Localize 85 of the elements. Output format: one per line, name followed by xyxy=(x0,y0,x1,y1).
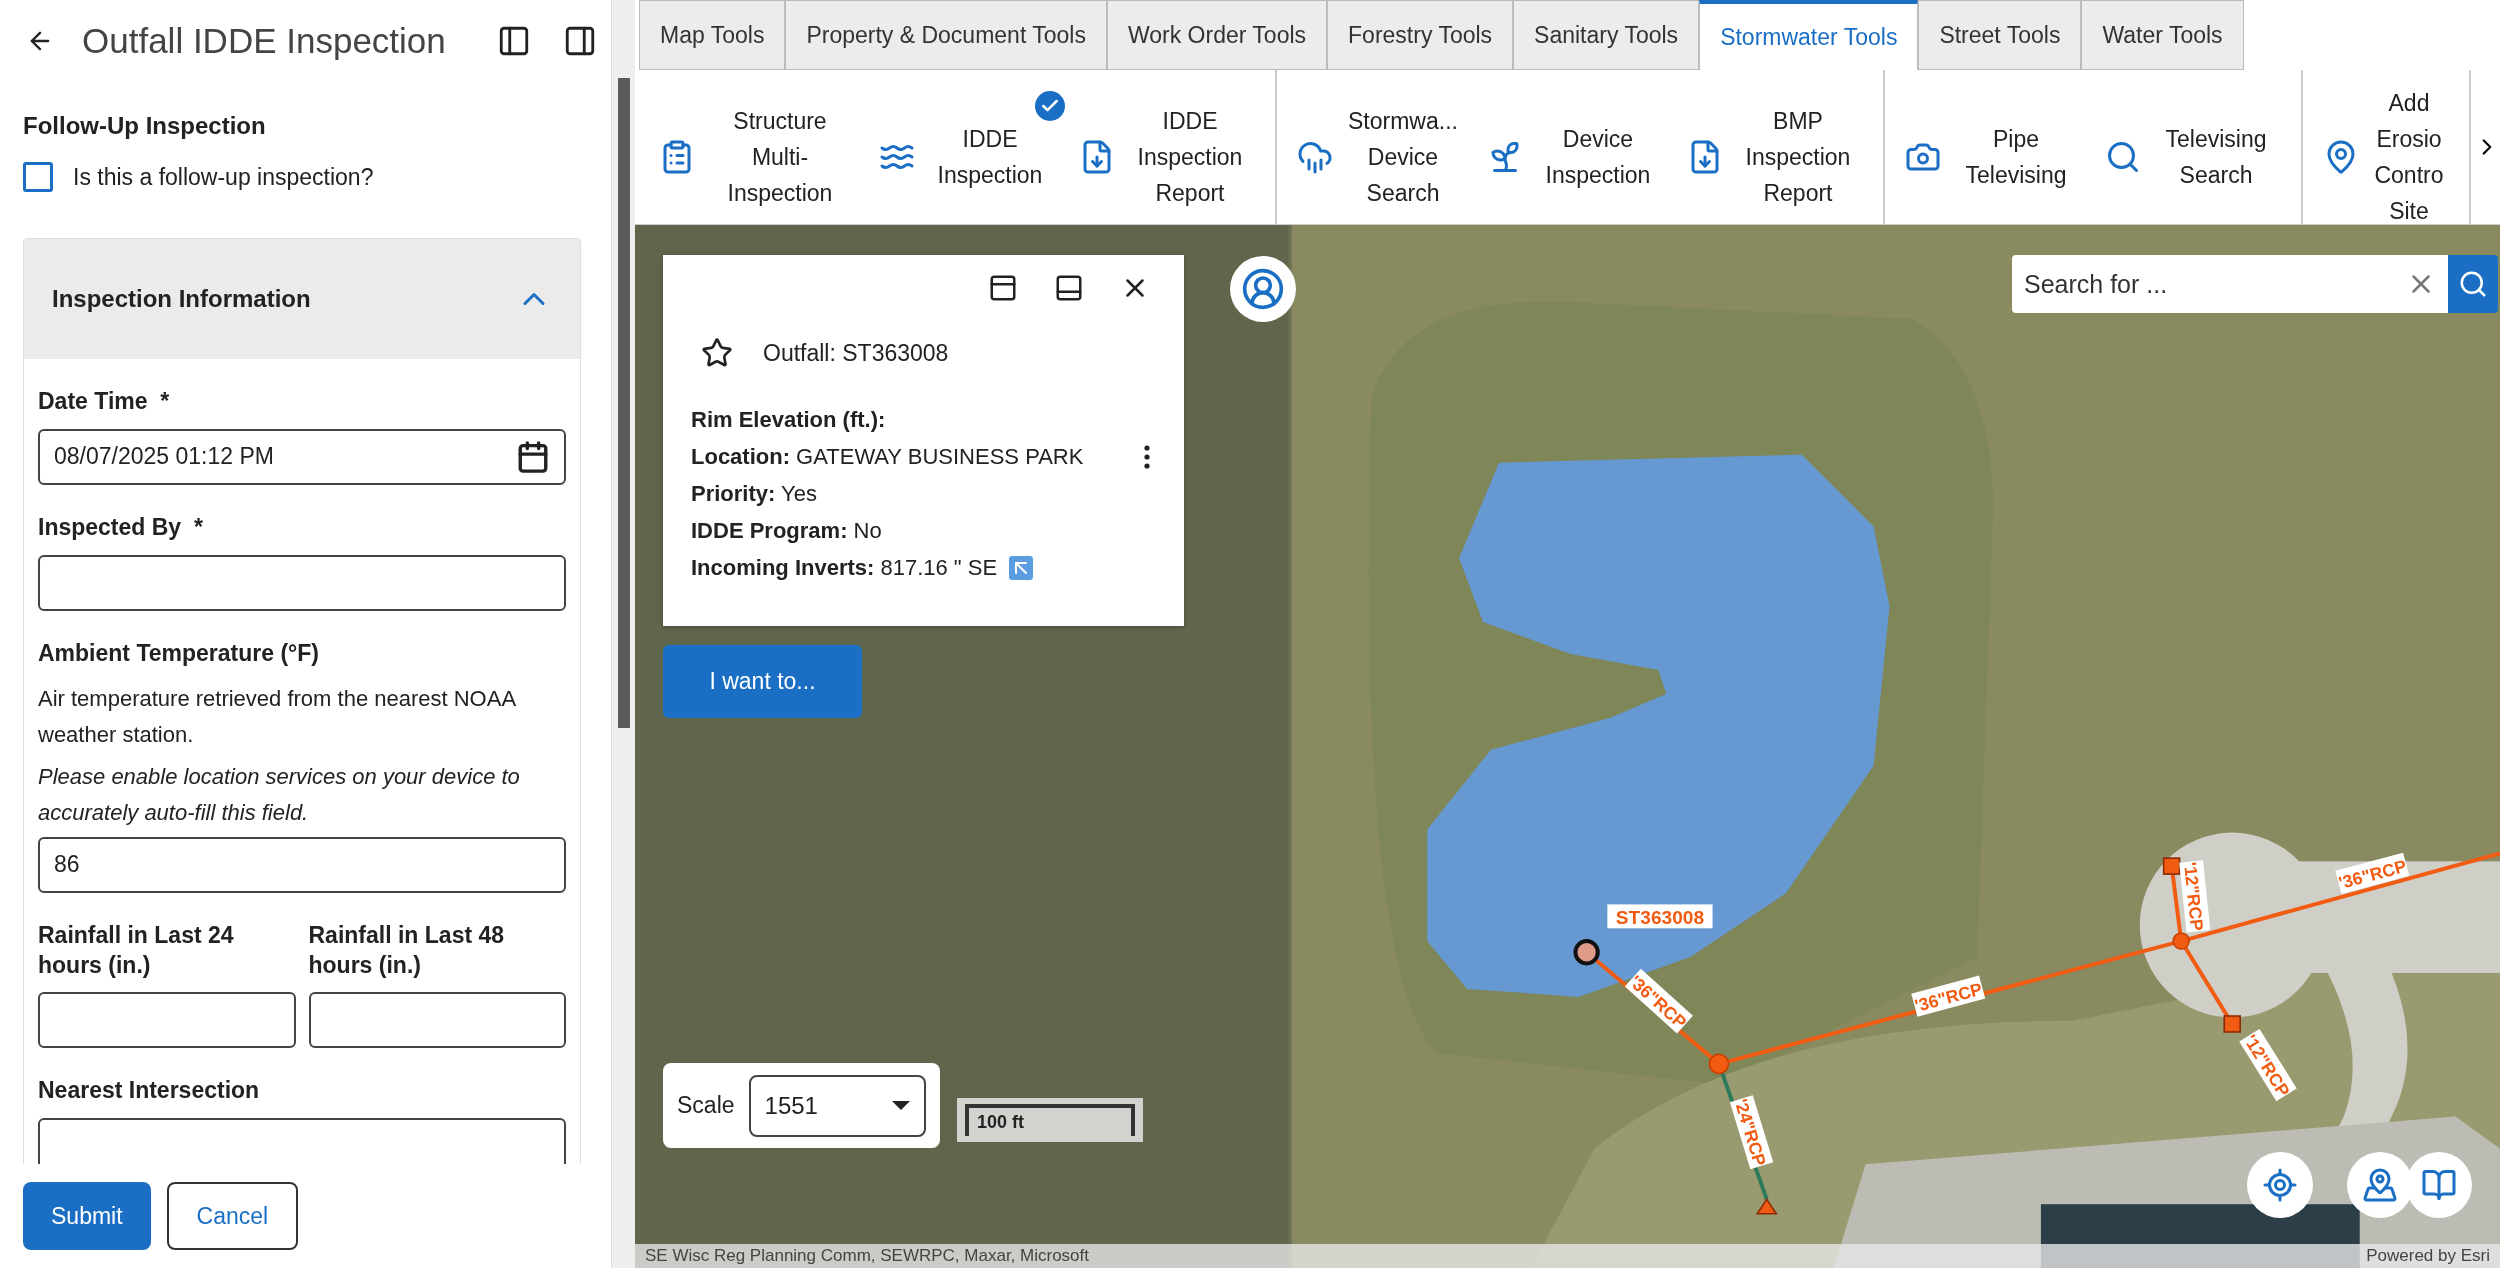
toolbar-tab[interactable]: Street Tools xyxy=(1918,0,2082,70)
checkbox[interactable] xyxy=(23,162,53,192)
cancel-button[interactable]: Cancel xyxy=(166,1182,299,1250)
tool-button[interactable]: Add Erosio Contro Site xyxy=(2313,70,2459,224)
note-text: Please enable location services on your device to accurately auto-fill this field. xyxy=(38,762,521,827)
crosshair-icon xyxy=(2262,1167,2298,1203)
calendar-icon[interactable] xyxy=(516,439,550,474)
structure-marker[interactable] xyxy=(2162,857,2181,875)
panel-icon xyxy=(497,24,531,58)
junction-marker[interactable] xyxy=(1708,1053,1730,1075)
input-field[interactable]: 86 xyxy=(38,836,566,893)
required-mark: * xyxy=(160,388,170,414)
tool-button[interactable]: Device Inspection xyxy=(1477,91,1673,203)
structure-marker[interactable] xyxy=(2223,1015,2241,1033)
attribute-text: Location: GATEWAY BUSINESS PARK xyxy=(691,443,1084,471)
triangle-marker[interactable] xyxy=(1755,1198,1778,1215)
check-badge xyxy=(1035,91,1065,121)
toolbar-tab[interactable]: Water Tools xyxy=(2081,0,2244,70)
field-label: Rainfall in Last 24 hours (in.) xyxy=(38,920,235,980)
pipe-label: '24"RCP xyxy=(1729,1095,1774,1170)
input-field[interactable] xyxy=(38,554,566,611)
tool-button[interactable]: Pipe Televising xyxy=(1895,91,2091,203)
pipe-label: '12"RCP xyxy=(2179,860,2211,933)
field-value: 08/07/2025 01:12 PM xyxy=(54,443,274,471)
date-field[interactable]: 08/07/2025 01:12 PM xyxy=(38,428,566,485)
input-field[interactable] xyxy=(38,992,296,1049)
powered-by-text: Powered by Esri xyxy=(2366,1246,2490,1266)
junction-marker[interactable] xyxy=(2172,932,2190,950)
tool-button[interactable]: IDDE Inspection Report xyxy=(1069,73,1265,221)
checkbox-label: Is this a follow-up inspection? xyxy=(73,163,374,191)
star-icon[interactable] xyxy=(701,337,733,369)
tool-button[interactable]: BMP Inspection Report xyxy=(1677,73,1873,221)
help-text: Air temperature retrieved from the nearest NOAA weather station. xyxy=(38,684,517,749)
attribute-text: IDDE Program: No xyxy=(691,517,882,545)
map-pin-icon xyxy=(2362,1167,2398,1203)
toolbar-tab[interactable]: Map Tools xyxy=(639,0,786,70)
caret-icon xyxy=(892,1101,910,1110)
search-placeholder: Search for ... xyxy=(2024,269,2168,299)
tool-button[interactable]: Televising Search xyxy=(2095,91,2291,203)
attribute-text: Incoming Inverts: 817.16 " SE xyxy=(691,554,998,582)
search-button[interactable] xyxy=(2448,255,2498,313)
attribute-text: Priority: Yes xyxy=(691,480,817,508)
scrollbar-thumb[interactable] xyxy=(617,78,630,728)
toolbar-tab[interactable]: Property & Document Tools xyxy=(785,0,1107,70)
attribution-text: SE Wisc Reg Planning Comm, SEWRPC, Maxar, Microsoft xyxy=(645,1246,1089,1266)
feature-label: ST363008 xyxy=(1607,904,1713,929)
panel-icon xyxy=(1054,273,1084,303)
input-field[interactable] xyxy=(308,992,566,1049)
book-icon xyxy=(2421,1167,2457,1203)
pipe-label: '36"RCP xyxy=(2335,852,2410,894)
submit-button[interactable]: Submit xyxy=(23,1182,151,1250)
required-mark: * xyxy=(193,513,203,540)
cloud-rain-icon xyxy=(1297,139,1333,175)
toolbar-tab[interactable]: Stormwater Tools xyxy=(1699,0,1919,70)
search-icon xyxy=(2105,139,2141,175)
search-icon xyxy=(2458,269,2488,299)
toolbar-tab[interactable]: Work Order Tools xyxy=(1106,0,1328,70)
more-icon xyxy=(1144,444,1150,469)
scale-label: Scale xyxy=(677,1092,735,1119)
tool-button[interactable]: IDDE Inspection xyxy=(869,91,1065,203)
field-value: 86 xyxy=(54,851,80,879)
field-label: Inspected By * xyxy=(38,512,204,542)
section-heading: Follow-Up Inspection xyxy=(23,112,267,140)
toolbar-tab[interactable]: Forestry Tools xyxy=(1327,0,1514,70)
attribute-text: Rim Elevation (ft.): xyxy=(691,406,886,434)
scale-bar: 100 ft xyxy=(957,1098,1143,1142)
tool-button[interactable]: Stormwa... Device Search xyxy=(1287,73,1473,221)
scale-dropdown[interactable]: 1551 xyxy=(748,1074,926,1137)
action-button[interactable]: I want to... xyxy=(663,645,862,718)
pipe-label: '36"RCP xyxy=(1911,975,1986,1017)
tool-button[interactable]: Structure Multi-Inspection xyxy=(649,73,865,221)
panel-title: Outfall IDDE Inspection xyxy=(82,21,447,61)
field-label: Nearest Intersection xyxy=(38,1076,261,1106)
input-field[interactable] xyxy=(38,1118,566,1164)
popup-title: Outfall: ST363008 xyxy=(763,339,949,367)
search-field[interactable]: Search for ... xyxy=(2012,255,2448,313)
panel-icon xyxy=(563,24,597,58)
field-label: Date Time * xyxy=(38,387,171,416)
toolbar-tab[interactable]: Sanitary Tools xyxy=(1513,0,1700,70)
accordion-header[interactable]: Inspection Information xyxy=(24,239,580,359)
outfall-marker[interactable] xyxy=(1573,939,1600,966)
field-label: Rainfall in Last 48 hours (in.) xyxy=(308,920,506,980)
field-label: Ambient Temperature (°F) xyxy=(38,638,320,668)
user-icon xyxy=(1241,267,1285,311)
panel-icon xyxy=(988,273,1018,303)
